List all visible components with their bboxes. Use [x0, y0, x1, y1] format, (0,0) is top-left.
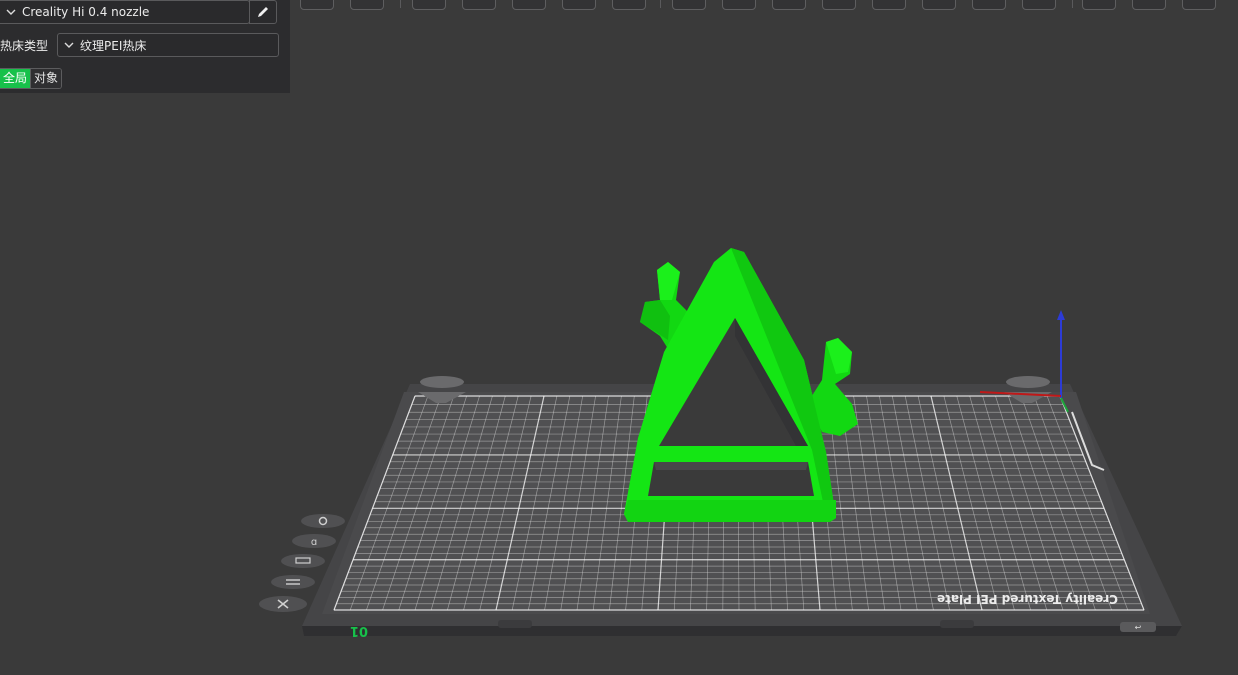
- printer-select[interactable]: Creality Hi 0.4 nozzle: [0, 0, 250, 24]
- settings-panel: Creality Hi 0.4 nozzle 热床类型 纹理PEI热床 全局 对…: [0, 0, 290, 93]
- toolbar-separator: [400, 0, 401, 8]
- toolbar-separator: [1072, 0, 1073, 8]
- pencil-icon: [258, 7, 268, 17]
- close-icon[interactable]: [259, 596, 307, 612]
- printer-select-value: Creality Hi 0.4 nozzle: [22, 5, 150, 19]
- lock-icon[interactable]: ɑ: [292, 534, 336, 548]
- orient-icon[interactable]: [722, 0, 756, 10]
- plate-number[interactable]: 01: [350, 623, 368, 638]
- top-toolbar: [290, 0, 1238, 10]
- text-icon[interactable]: [972, 0, 1006, 10]
- plate-label: Creality Textured PEI Plate: [937, 592, 1118, 606]
- support-icon[interactable]: [462, 0, 496, 10]
- brim-icon[interactable]: [1182, 0, 1216, 10]
- chevron-down-icon: [6, 9, 16, 15]
- layers-icon[interactable]: [271, 575, 315, 589]
- measure-icon[interactable]: [772, 0, 806, 10]
- svg-text:ɑ: ɑ: [311, 537, 317, 548]
- split-icon[interactable]: [562, 0, 596, 10]
- bed-type-value: 纹理PEI热床: [80, 38, 147, 53]
- arrange-icon[interactable]: [281, 554, 325, 568]
- svg-text:↩: ↩: [1135, 623, 1142, 632]
- tab-global[interactable]: 全局: [0, 69, 31, 88]
- bed-type-select[interactable]: 纹理PEI热床: [57, 33, 279, 57]
- gear-icon[interactable]: [301, 514, 345, 528]
- bed-type-label: 热床类型: [0, 39, 49, 53]
- cut-icon[interactable]: [872, 0, 906, 10]
- seam-icon[interactable]: [922, 0, 956, 10]
- paint-icon[interactable]: [512, 0, 546, 10]
- scope-toggle: 全局 对象: [0, 68, 63, 89]
- toolbar-separator: [660, 0, 661, 8]
- variable-layer-icon[interactable]: [1082, 0, 1116, 10]
- emboss-icon[interactable]: [1132, 0, 1166, 10]
- cube-icon[interactable]: [300, 0, 334, 10]
- ruler-icon[interactable]: [412, 0, 446, 10]
- arrange-icon[interactable]: [672, 0, 706, 10]
- assembly-icon[interactable]: [1022, 0, 1056, 10]
- chevron-down-icon: [64, 42, 74, 48]
- tab-object[interactable]: 对象: [30, 69, 62, 88]
- layers-icon[interactable]: [612, 0, 646, 10]
- 3d-viewport[interactable]: ↩ Creality Textured PEI Plate 01 ɑ: [0, 0, 1238, 675]
- keyboard-icon[interactable]: [350, 0, 384, 10]
- scale-icon[interactable]: [822, 0, 856, 10]
- model-phone-stand[interactable]: [624, 248, 858, 522]
- edit-printer-button[interactable]: [249, 0, 277, 24]
